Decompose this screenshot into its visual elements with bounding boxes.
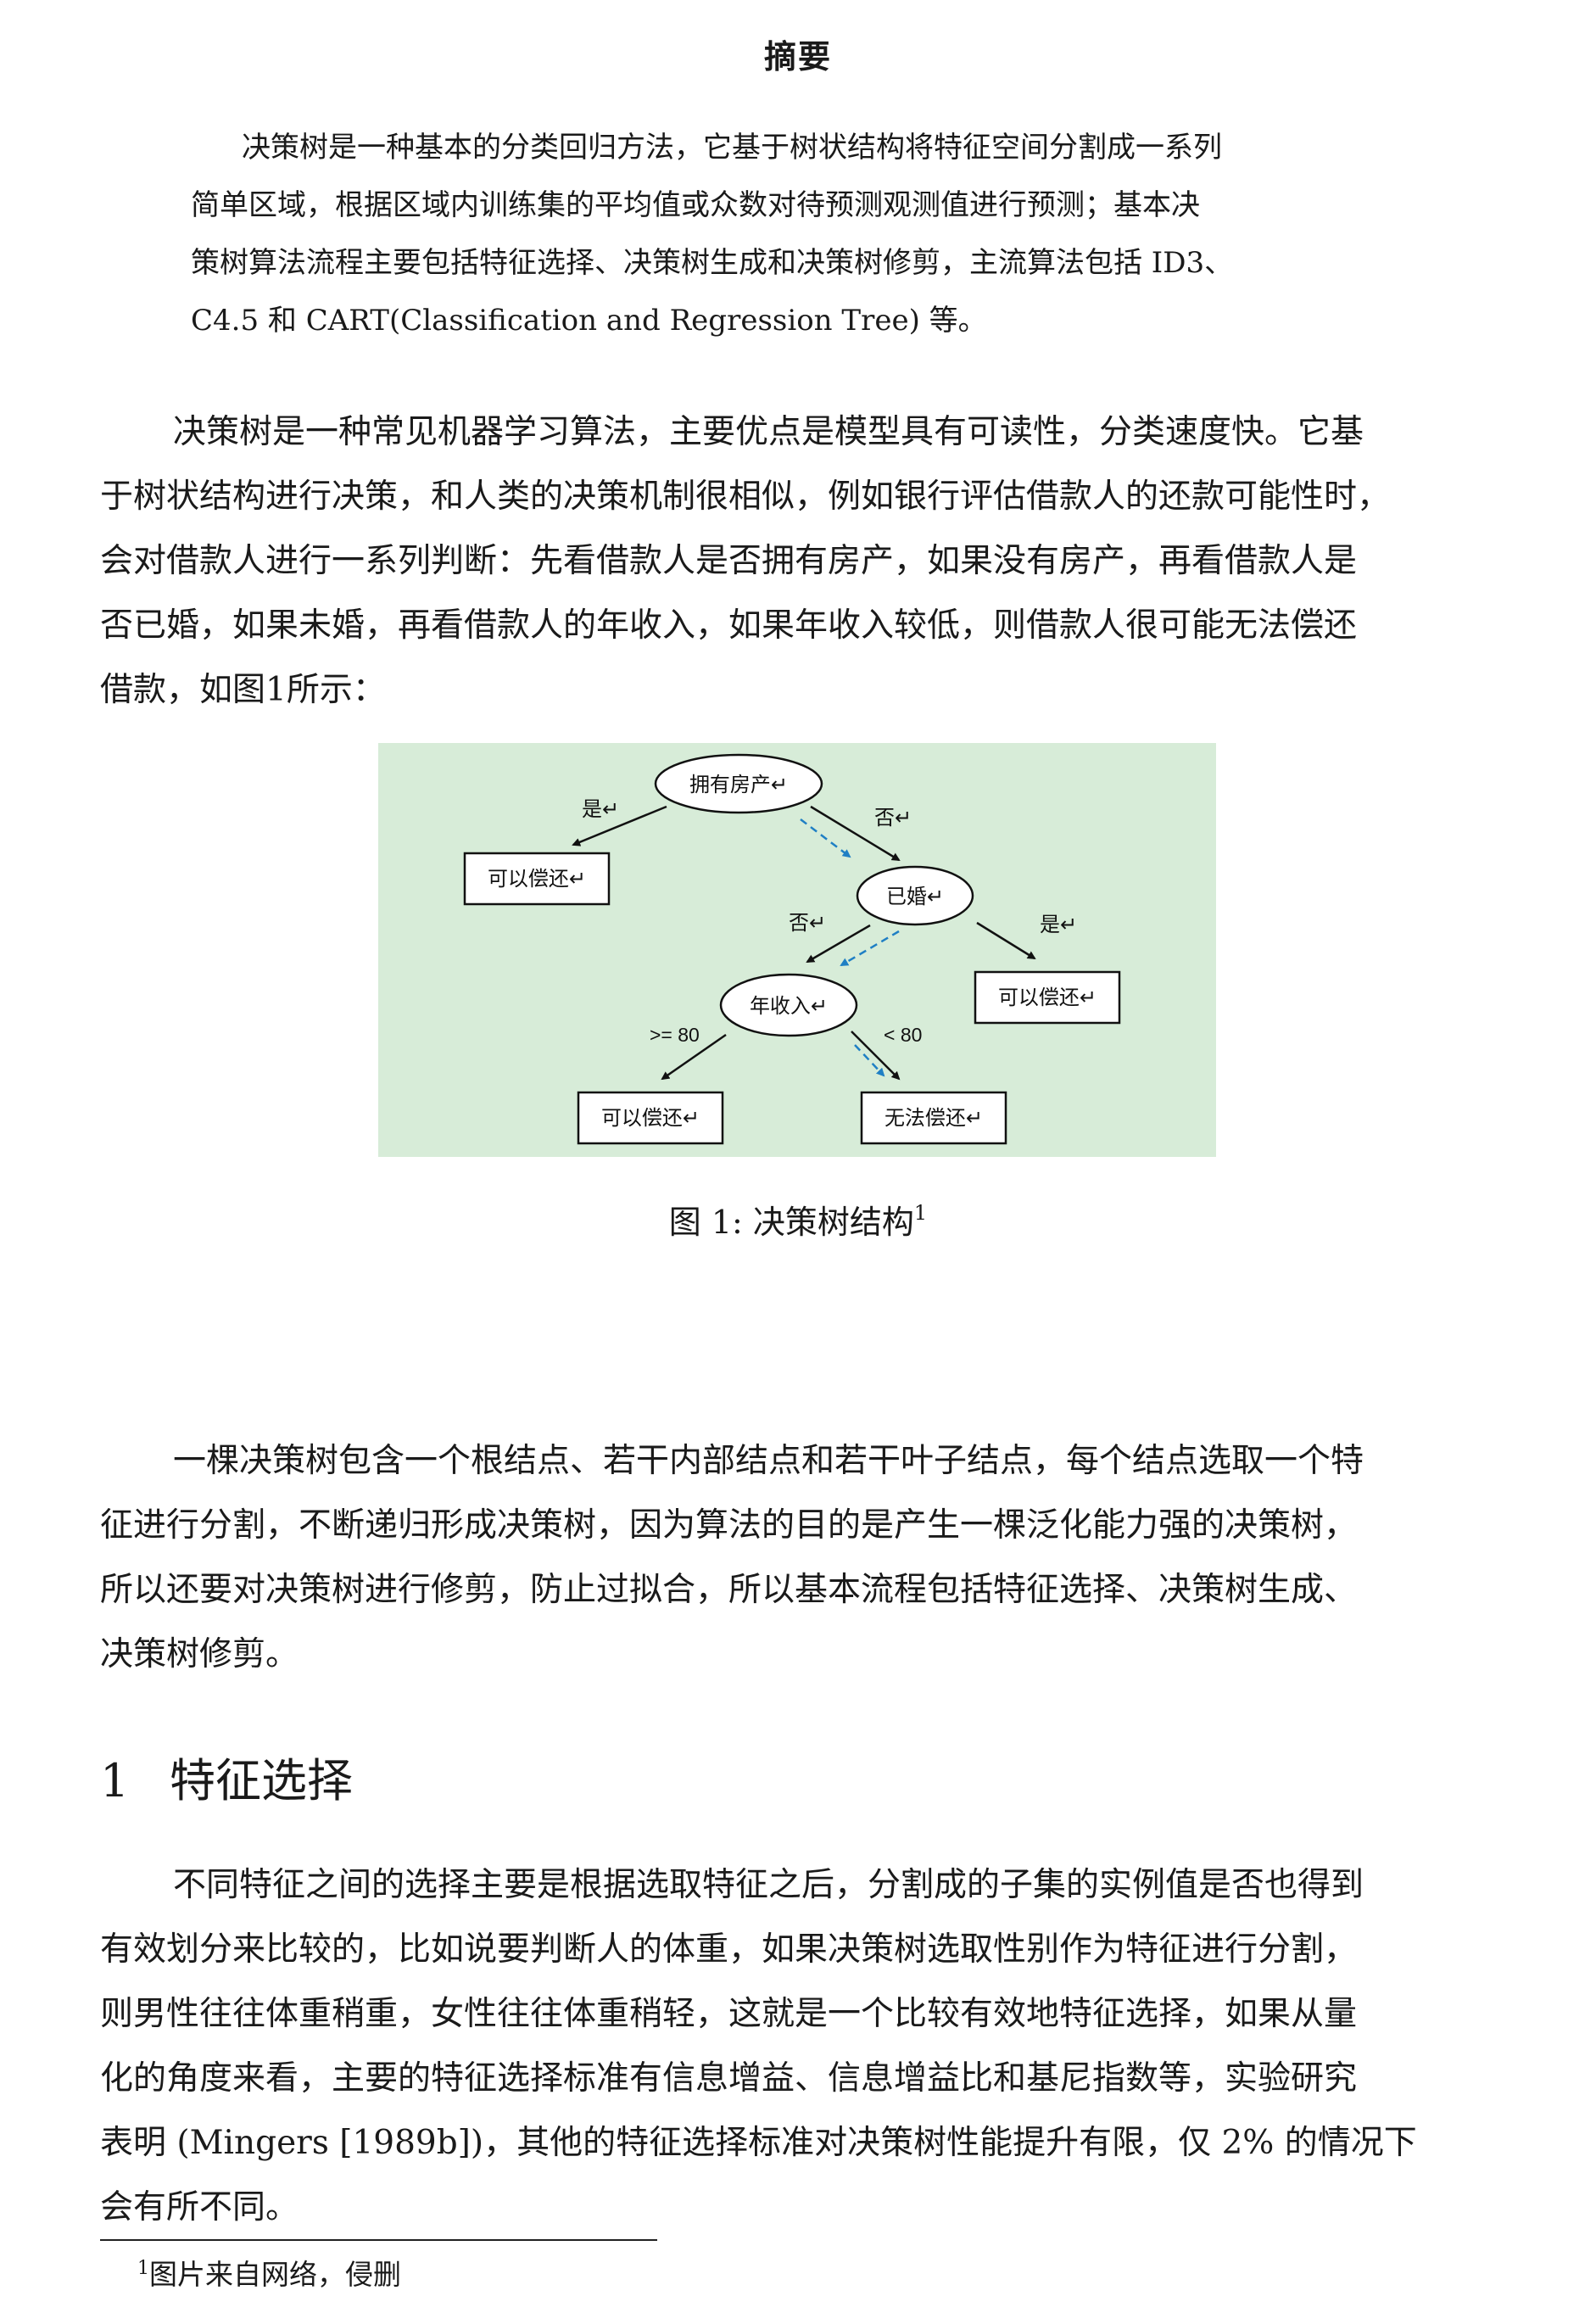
decision-tree-figure: 拥有房产↵ 已婚↵ 年收入↵ 可以偿还↵ 可以偿还↵ 可以偿还↵ 无法偿还↵ 是…: [378, 743, 1216, 1157]
node-income-label: 年收入↵: [750, 995, 828, 1018]
leaf-repay-3-label: 可以偿还↵: [601, 1107, 700, 1130]
leaf-repay-1-label: 可以偿还↵: [488, 868, 586, 891]
paragraph-line: 决策树是一种常见机器学习算法，主要优点是模型具有可读性，分类速度快。它基: [173, 413, 1364, 451]
leaf-cannot-repay-label: 无法偿还↵: [884, 1107, 983, 1130]
paragraph-line: 于树状结构进行决策，和人类的决策机制很相似，例如银行评估借款人的还款可能性时，: [100, 478, 1391, 516]
paragraph-line: 借款，如图1所示：: [100, 671, 386, 709]
abstract-line: 决策树是一种基本的分类回归方法，它基于树状结构将特征空间分割成一系列: [242, 131, 1222, 165]
edge-label-income-ge: >= 80: [650, 1024, 700, 1046]
paragraph-line: 不同特征之间的选择主要是根据选取特征之后，分割成的子集的实例值是否也得到: [173, 1866, 1364, 1904]
edge-label-root-no: 否↵: [874, 807, 912, 830]
abstract-line: 简单区域，根据区域内训练集的平均值或众数对待预测观测值进行预测；基本决: [191, 188, 1200, 222]
paragraph-line: 表明 (Mingers [1989b])，其他的特征选择标准对决策树性能提升有限…: [100, 2124, 1417, 2162]
leaf-repay-2-label: 可以偿还↵: [998, 986, 1097, 1009]
abstract-title: 摘要: [763, 37, 832, 75]
node-married-label: 已婚↵: [886, 885, 944, 908]
footnote-text: 图片来自网络，侵删: [149, 2258, 401, 2291]
section-number: 1: [100, 1754, 130, 1807]
paragraph-line: 否已婚，如果未婚，再看借款人的年收入，如果年收入较低，则借款人很可能无法偿还: [100, 606, 1358, 645]
paragraph-line: 一棵决策树包含一个根结点、若干内部结点和若干叶子结点，每个结点选取一个特: [173, 1442, 1364, 1480]
footnote-rule: [100, 2239, 657, 2241]
abstract-body: 决策树是一种基本的分类回归方法，它基于树状结构将特征空间分割成一系列 简单区域，…: [191, 119, 1412, 349]
edge-label-root-yes: 是↵: [582, 798, 619, 821]
section-title: 特征选择: [170, 1754, 353, 1807]
section-heading: 1 特征选择: [100, 1749, 353, 1813]
paragraph-line: 所以还要对决策树进行修剪，防止过拟合，所以基本流程包括特征选择、决策树生成、: [100, 1571, 1358, 1609]
paragraph-line: 决策树修剪。: [100, 1635, 299, 1673]
edge-married-yes: [976, 921, 1036, 960]
node-root-label: 拥有房产↵: [689, 774, 788, 796]
paragraph-intro: 决策树是一种常见机器学习算法，主要优点是模型具有可读性，分类速度快。它基 于树状…: [100, 400, 1498, 723]
paragraph-line: 会对借款人进行一系列判断：先看借款人是否拥有房产，如果没有房产，再看借款人是: [100, 542, 1358, 580]
footnote-marker[interactable]: 1: [914, 1201, 927, 1225]
paragraph-feature-selection: 不同特征之间的选择主要是根据选取特征之后，分割成的子集的实例值是否也得到 有效划…: [100, 1853, 1498, 2240]
paragraph-line: 征进行分割，不断递归形成决策树，因为算法的目的是产生一棵泛化能力强的决策树，: [100, 1506, 1358, 1545]
paragraph-structure: 一棵决策树包含一个根结点、若干内部结点和若干叶子结点，每个结点选取一个特 征进行…: [100, 1429, 1498, 1687]
edge-label-income-lt: < 80: [884, 1024, 922, 1046]
figure-caption: 图 1: 决策树结构1: [668, 1201, 928, 1241]
paragraph-line: 化的角度来看，主要的特征选择标准有信息增益、信息增益比和基尼指数等，实验研究: [100, 2059, 1358, 2098]
paragraph-line: 则男性往往体重稍重，女性往往体重稍轻，这就是一个比较有效地特征选择，如果从量: [100, 1995, 1358, 2033]
footnote-number: 1: [137, 2258, 149, 2279]
footnote: 1图片来自网络，侵删: [137, 2248, 401, 2296]
abstract-line: C4.5 和 CART(Classification and Regressio…: [191, 304, 987, 338]
paragraph-line: 有效划分来比较的，比如说要判断人的体重，如果决策树选取性别作为特征进行分割，: [100, 1930, 1358, 1969]
decision-tree-diagram: 拥有房产↵ 已婚↵ 年收入↵ 可以偿还↵ 可以偿还↵ 可以偿还↵ 无法偿还↵ 是…: [463, 753, 1121, 1145]
edge-label-married-yes: 是↵: [1040, 913, 1077, 936]
paragraph-line: 会有所不同。: [100, 2188, 299, 2226]
edge-label-married-no: 否↵: [789, 912, 826, 935]
abstract-line: 策树算法流程主要包括特征选择、决策树生成和决策树修剪，主流算法包括 ID3、: [191, 246, 1234, 280]
